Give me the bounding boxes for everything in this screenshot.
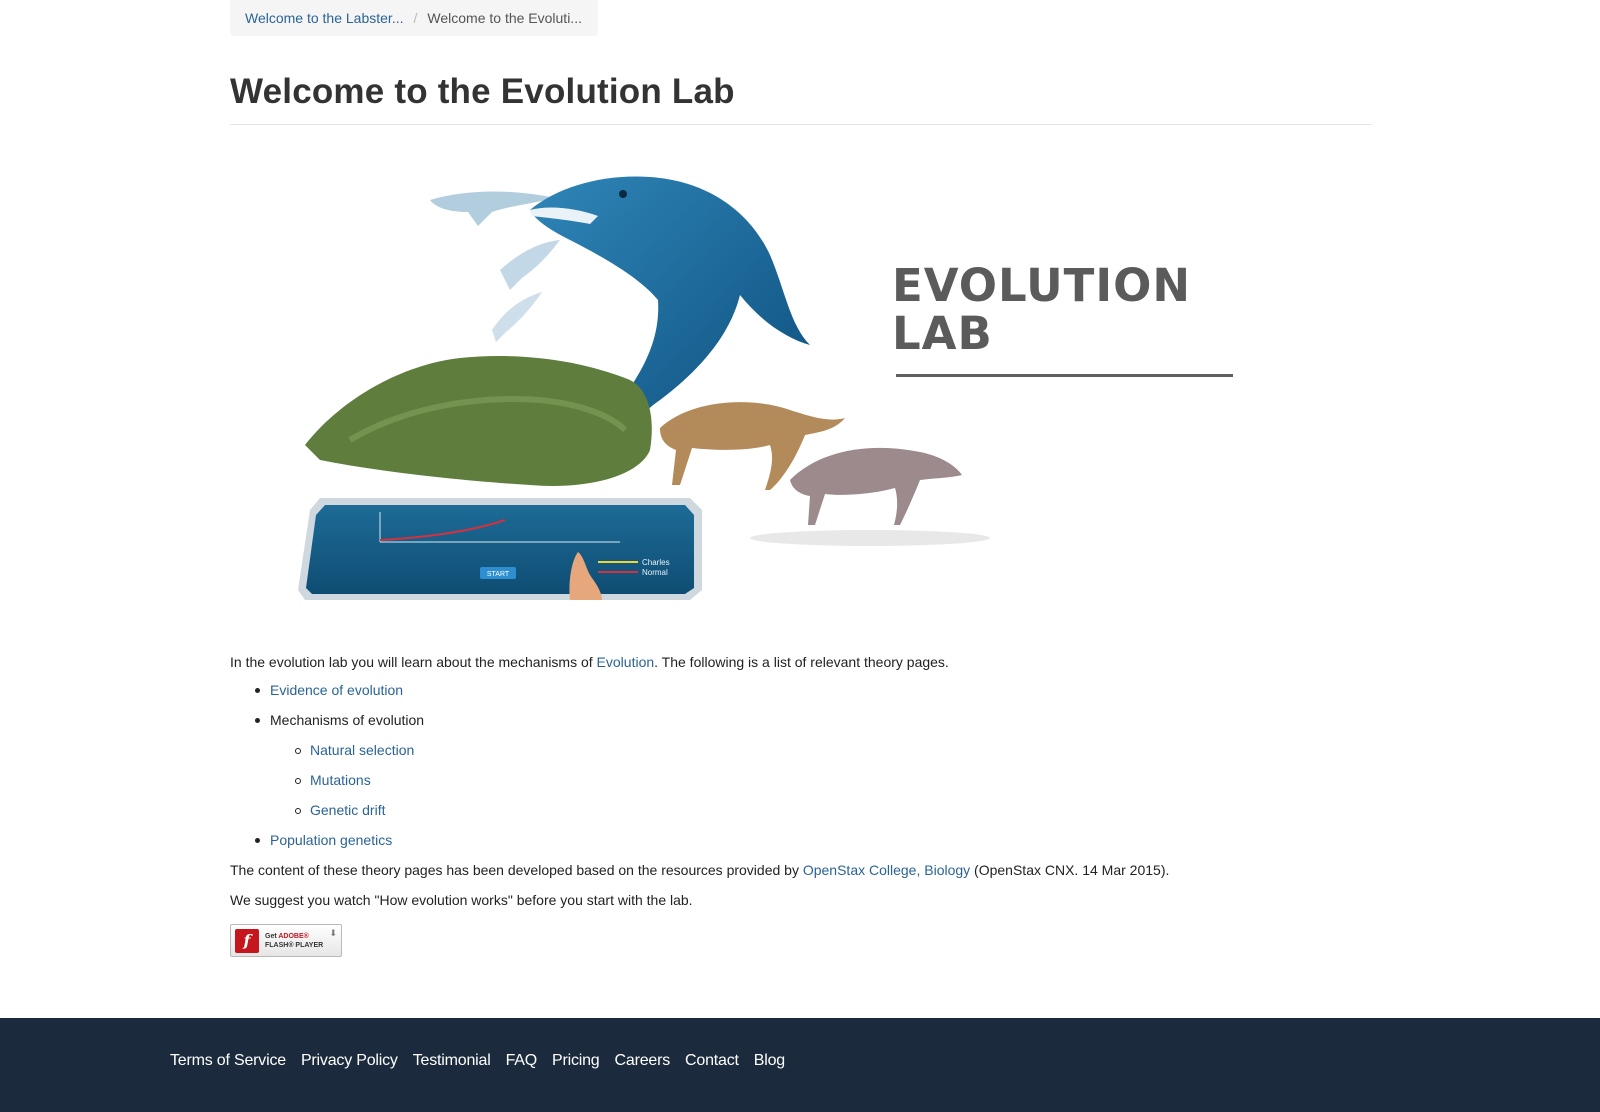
flash-badge-text: Get ADOBE® FLASH® PLAYER (265, 932, 323, 950)
footer-link-testimonial[interactable]: Testimonial (413, 1052, 491, 1070)
bullet (255, 688, 260, 693)
download-arrow-icon: ⬇ (329, 928, 337, 938)
flash-get-text: Get (265, 932, 279, 940)
tablet-start-label: START (487, 571, 510, 578)
footer-link-terms[interactable]: Terms of Service (170, 1052, 286, 1070)
footer: Terms of Service Privacy Policy Testimon… (0, 1018, 1600, 1112)
intro-text-end: . The following is a list of relevant th… (654, 654, 949, 670)
hero-illustration: Charles Normal START (298, 176, 990, 600)
title-divider (230, 124, 1372, 125)
footer-nav: Terms of Service Privacy Policy Testimon… (170, 1052, 800, 1070)
sub-bullet (295, 748, 301, 754)
page-title: Welcome to the Evolution Lab (230, 72, 735, 111)
mechanisms-of-evolution-label: Mechanisms of evolution (270, 712, 425, 728)
intro-paragraph: In the evolution lab you will learn abou… (230, 652, 949, 672)
hero-banner: Charles Normal START EVOLUTION LAB (230, 160, 1233, 620)
openstax-link[interactable]: OpenStax College, Biology (803, 862, 970, 878)
footer-link-pricing[interactable]: Pricing (552, 1052, 600, 1070)
evidence-of-evolution-link[interactable]: Evidence of evolution (270, 680, 403, 700)
population-genetics-link[interactable]: Population genetics (270, 830, 392, 850)
breadcrumb-item-labster[interactable]: Welcome to the Labster... (245, 10, 404, 26)
tablet-legend-normal: Normal (642, 568, 668, 577)
credit-paragraph: The content of these theory pages has be… (230, 860, 1169, 880)
natural-selection-link[interactable]: Natural selection (310, 740, 414, 760)
breadcrumb-separator: / (413, 10, 418, 26)
footer-link-blog[interactable]: Blog (754, 1052, 785, 1070)
credit-text-end: (OpenStax CNX. 14 Mar 2015). (970, 862, 1170, 878)
breadcrumb: Welcome to the Labster... / Welcome to t… (230, 0, 598, 36)
breadcrumb-item-current: Welcome to the Evoluti... (427, 10, 582, 26)
sub-bullet (295, 808, 301, 814)
tablet-legend-charles: Charles (642, 558, 670, 567)
footer-link-contact[interactable]: Contact (685, 1052, 739, 1070)
footer-link-careers[interactable]: Careers (615, 1052, 671, 1070)
hero-title-line1: EVOLUTION (892, 259, 1191, 312)
flash-adobe-text: ADOBE® (278, 932, 309, 940)
hero-underline (896, 374, 1233, 377)
genetic-drift-link[interactable]: Genetic drift (310, 800, 385, 820)
footer-link-privacy[interactable]: Privacy Policy (301, 1052, 398, 1070)
get-flash-player-button[interactable]: f Get ADOBE® FLASH® PLAYER ⬇ (230, 924, 342, 957)
bullet (255, 838, 260, 843)
flash-logo-icon: f (235, 928, 259, 953)
credit-text: The content of these theory pages has be… (230, 862, 803, 878)
flash-player-text: FLASH® PLAYER (265, 941, 324, 949)
hero-title: EVOLUTION LAB (892, 262, 1191, 358)
evolution-link[interactable]: Evolution (597, 654, 655, 670)
hero-title-line2: LAB (892, 307, 993, 360)
bullet (255, 718, 260, 723)
sub-bullet (295, 778, 301, 784)
footer-link-faq[interactable]: FAQ (506, 1052, 538, 1070)
suggestion-paragraph: We suggest you watch "How evolution work… (230, 892, 693, 908)
mutations-link[interactable]: Mutations (310, 770, 371, 790)
intro-text: In the evolution lab you will learn abou… (230, 654, 597, 670)
